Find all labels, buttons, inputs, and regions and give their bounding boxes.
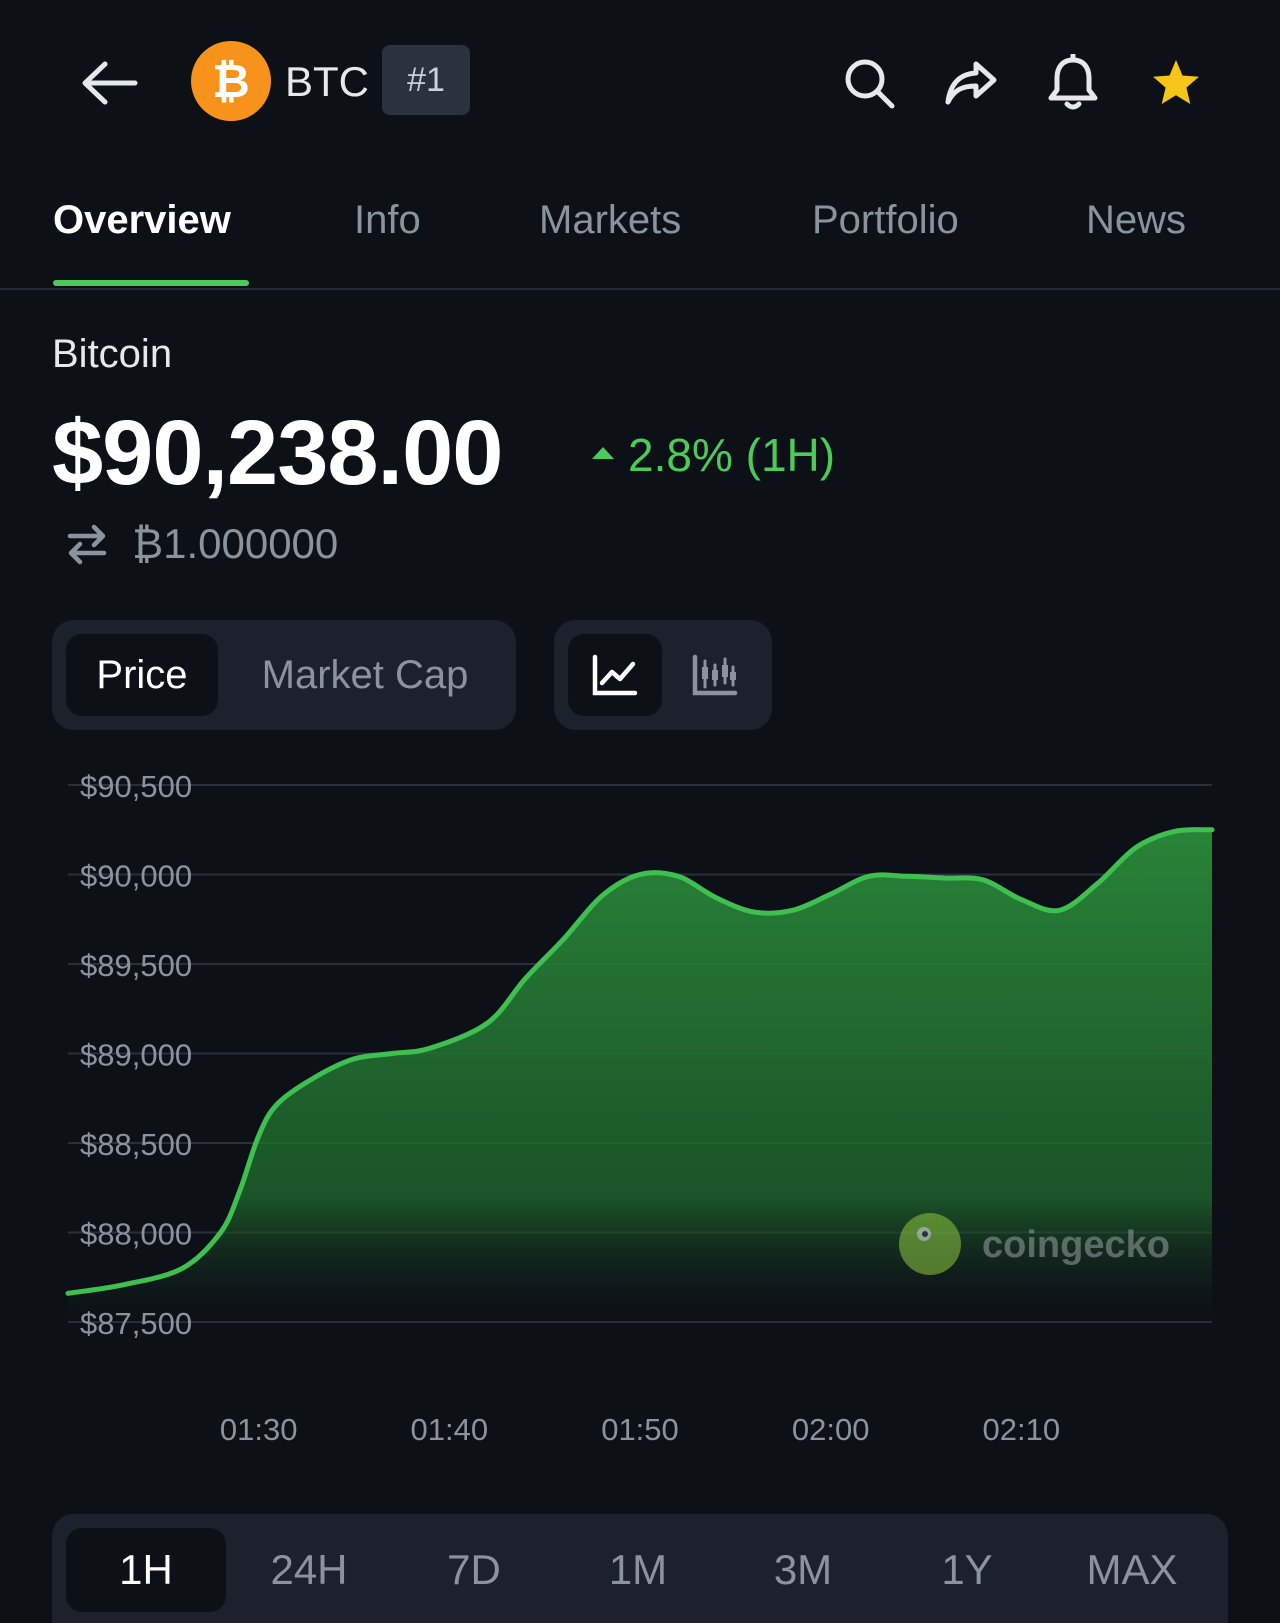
range-24h[interactable]: 24H: [229, 1528, 389, 1612]
y-tick-label: $88,500: [80, 1127, 192, 1162]
y-tick-label: $90,000: [80, 859, 192, 894]
current-price: $90,238.00: [52, 402, 503, 504]
price-toggle[interactable]: Price: [66, 634, 218, 716]
tab-news[interactable]: News: [1086, 198, 1186, 243]
btc-conversion-value: ₿1.000000: [132, 520, 339, 567]
share-button[interactable]: [936, 48, 1006, 118]
tab-bar: Overview Info Markets Portfolio News: [0, 170, 1280, 290]
market-cap-toggle[interactable]: Market Cap: [230, 634, 500, 716]
candlestick-chart-toggle[interactable]: [668, 634, 762, 716]
x-tick-label: 02:10: [983, 1412, 1061, 1447]
range-1y[interactable]: 1Y: [887, 1528, 1047, 1612]
range-max[interactable]: MAX: [1052, 1528, 1212, 1612]
y-tick-label: $89,000: [80, 1038, 192, 1073]
up-triangle-icon: [592, 447, 614, 459]
rank-badge: #1: [382, 45, 470, 115]
bitcoin-glyph: ₿: [212, 54, 250, 108]
tab-info[interactable]: Info: [354, 198, 421, 243]
line-chart-toggle[interactable]: [568, 634, 662, 716]
active-tab-indicator: [53, 280, 249, 286]
y-tick-label: $88,000: [80, 1217, 192, 1252]
x-axis-labels: 01:30 01:40 01:50 02:00 02:10: [220, 1412, 1060, 1447]
watermark-text: coingecko: [982, 1224, 1170, 1266]
coin-name: Bitcoin: [52, 332, 173, 376]
line-chart-icon: [592, 654, 638, 696]
y-tick-label: $90,500: [80, 769, 192, 804]
back-arrow-icon: [82, 61, 138, 105]
price-change-value: 2.8% (1H): [628, 429, 836, 481]
chart-metric-toggle: Price Market Cap: [52, 620, 516, 730]
favorite-button[interactable]: [1141, 48, 1211, 118]
y-tick-label: $89,500: [80, 948, 192, 983]
range-1h[interactable]: 1H: [66, 1528, 226, 1612]
tab-overview[interactable]: Overview: [53, 198, 231, 243]
back-button[interactable]: [76, 50, 142, 116]
search-button[interactable]: [834, 48, 904, 118]
range-1m[interactable]: 1M: [558, 1528, 718, 1612]
chart-type-toggle: [554, 620, 772, 730]
time-range-selector: 1H 24H 7D 1M 3M 1Y MAX: [52, 1514, 1228, 1623]
y-tick-label: $87,500: [80, 1306, 192, 1341]
candlestick-icon: [692, 654, 738, 696]
bell-icon: [1048, 54, 1098, 110]
coin-symbol: BTC: [285, 58, 369, 105]
price-chart[interactable]: coingecko $90,500 $90,000 $89,500 $89,000 $8…: [0, 760, 1280, 1460]
x-tick-label: 01:30: [220, 1412, 298, 1447]
price-change: 2.8% (1H): [592, 425, 835, 485]
tab-portfolio[interactable]: Portfolio: [812, 198, 959, 243]
swap-arrows-icon: [67, 524, 107, 565]
share-icon: [945, 61, 997, 105]
top-bar: ₿ BTC #1: [0, 0, 1280, 160]
x-tick-label: 02:00: [792, 1412, 870, 1447]
search-icon: [845, 59, 895, 109]
btc-conversion[interactable]: ₿1.000000: [64, 520, 338, 568]
star-icon: [1153, 60, 1199, 104]
y-axis-labels: $90,500 $90,000 $89,500 $89,000 $88,500 $88,0…: [80, 769, 192, 1341]
x-tick-label: 01:40: [411, 1412, 489, 1447]
x-tick-label: 01:50: [601, 1412, 679, 1447]
range-3m[interactable]: 3M: [723, 1528, 883, 1612]
tab-markets[interactable]: Markets: [539, 198, 681, 243]
range-7d[interactable]: 7D: [394, 1528, 554, 1612]
bitcoin-logo-icon: ₿: [191, 41, 271, 121]
price-alert-button[interactable]: [1038, 48, 1108, 118]
